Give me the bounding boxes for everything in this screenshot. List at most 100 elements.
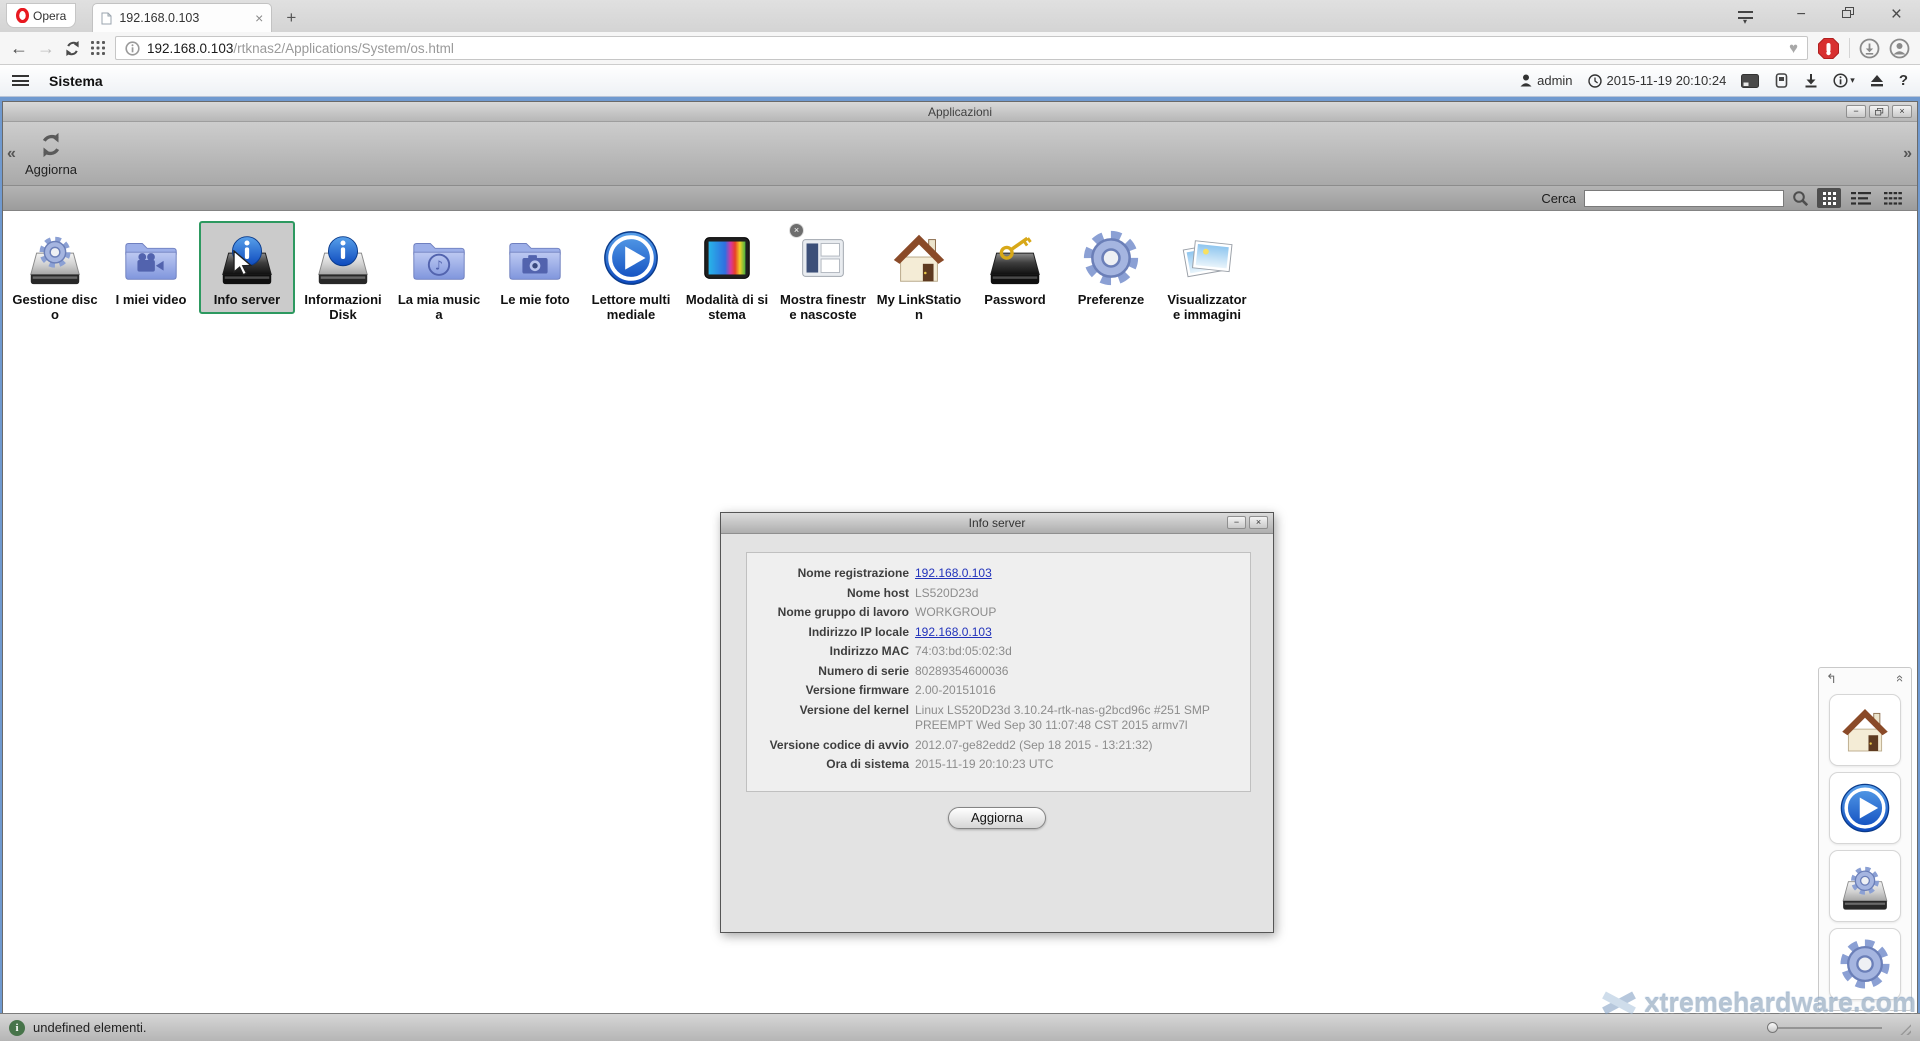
app-item-modalita-di-sistema[interactable]: Modalità di sistema <box>679 221 775 328</box>
browser-tab-bar: Opera 192.168.0.103 × + ▾ − × <box>0 0 1920 32</box>
tab-close-icon[interactable]: × <box>255 11 263 25</box>
user-menu[interactable]: admin <box>1520 73 1572 88</box>
app-item-my-linkstation[interactable]: My LinkStation <box>871 221 967 328</box>
info-menu[interactable]: ▾ <box>1833 73 1855 88</box>
browser-tab[interactable]: 192.168.0.103 × <box>92 3 272 32</box>
profile-icon[interactable] <box>1889 38 1910 59</box>
hdd-gear-icon <box>24 227 86 289</box>
downloads-icon[interactable] <box>1859 38 1880 59</box>
info-server-dialog: Info server − × Nome registrazione192.16… <box>720 512 1274 933</box>
close-badge-icon[interactable]: × <box>789 223 804 238</box>
user-name: admin <box>1537 73 1572 88</box>
back-button[interactable]: ← <box>10 39 28 57</box>
window-title: Applicazioni <box>928 105 992 119</box>
registration-name-link[interactable]: 192.168.0.103 <box>915 566 1242 582</box>
field-row: Nome registrazione192.168.0.103 <box>747 566 1242 582</box>
field-row: Ora di sistema2015-11-19 20:10:23 UTC <box>747 757 1242 773</box>
dialog-titlebar[interactable]: Info server − × <box>721 513 1273 534</box>
user-icon <box>1520 74 1532 87</box>
app-item-i-miei-video[interactable]: I miei video <box>103 221 199 314</box>
speed-dial-icon[interactable] <box>90 40 106 56</box>
local-ip-link[interactable]: 192.168.0.103 <box>915 625 1242 641</box>
usb-device-icon[interactable] <box>1774 73 1789 88</box>
download-icon[interactable] <box>1804 73 1818 88</box>
restore-icon <box>1875 108 1884 116</box>
display-rgb-icon <box>696 227 758 289</box>
minimize-button[interactable]: − <box>1227 516 1246 529</box>
refresh-button[interactable]: Aggiorna <box>25 130 77 177</box>
adblock-badge-icon[interactable] <box>1817 37 1840 60</box>
view-list-button[interactable] <box>1849 188 1873 208</box>
undo-arrow-icon[interactable]: ↰ <box>1826 672 1837 685</box>
status-bar: i undefined elementi. <box>0 1013 1920 1041</box>
minimize-button[interactable]: − <box>1846 105 1866 118</box>
divider <box>1849 38 1850 58</box>
collapse-chevrons-icon[interactable]: « <box>1894 674 1907 681</box>
dock-item-disk-manager[interactable] <box>1829 850 1901 922</box>
forward-button[interactable]: → <box>37 39 55 57</box>
search-input[interactable] <box>1584 190 1784 207</box>
app-item-le-mie-foto[interactable]: Le mie foto <box>487 221 583 314</box>
app-item-visualizzatore-immagini[interactable]: Visualizzatore immagini <box>1159 221 1255 328</box>
expand-toolbar-button[interactable]: » <box>1903 145 1912 163</box>
hdd-gear-icon <box>1837 858 1893 914</box>
field-row: Nome gruppo di lavoroWORKGROUP <box>747 605 1242 621</box>
view-dense-button[interactable] <box>1881 188 1905 208</box>
url-path: /rtknas2/Applications/System/os.html <box>233 41 454 56</box>
restore-button[interactable] <box>1869 105 1889 118</box>
gear-icon <box>1837 936 1893 992</box>
field-row: Versione codice di avvio2012.07-ge82edd2… <box>747 738 1242 754</box>
field-row: Versione firmware2.00-20151016 <box>747 683 1242 699</box>
folder-music-icon <box>408 227 470 289</box>
app-item-preferenze[interactable]: Preferenze <box>1063 221 1159 314</box>
url-text: 192.168.0.103/rtknas2/Applications/Syste… <box>147 41 454 56</box>
dock-item-preferences[interactable] <box>1829 928 1901 1000</box>
minimize-button[interactable]: − <box>1797 7 1806 23</box>
slider-knob[interactable] <box>1767 1022 1778 1033</box>
help-button[interactable]: ? <box>1899 72 1908 89</box>
collapse-toolbar-button[interactable]: « <box>7 145 16 163</box>
remote-console-icon[interactable] <box>1741 74 1759 88</box>
folder-photo-icon <box>504 227 566 289</box>
close-button[interactable]: × <box>1249 516 1268 529</box>
app-item-password[interactable]: Password <box>967 221 1063 314</box>
field-value: WORKGROUP <box>915 605 1242 621</box>
app-item-gestione-disco[interactable]: Gestione disco <box>7 221 103 328</box>
browser-address-bar: ← → 192.168.0.103/rtknas2/Applications/S… <box>0 32 1920 65</box>
eject-icon[interactable] <box>1870 74 1884 87</box>
play-circle-icon <box>600 227 662 289</box>
dock-item-media-player[interactable] <box>1829 772 1901 844</box>
app-item-info-server[interactable]: Info server <box>199 221 295 314</box>
tab-menu-icon[interactable]: ▾ <box>1738 11 1753 24</box>
app-item-la-mia-musica[interactable]: La mia musica <box>391 221 487 328</box>
page-info-icon[interactable] <box>125 41 140 56</box>
dock-item-my-linkstation[interactable] <box>1829 694 1901 766</box>
dialog-title: Info server <box>969 516 1026 530</box>
close-button[interactable]: × <box>1891 5 1902 24</box>
resize-grip[interactable] <box>1896 1020 1911 1035</box>
system-menu-title[interactable]: Sistema <box>49 73 103 89</box>
app-item-informazioni-disk[interactable]: Informazioni Disk <box>295 221 391 328</box>
zoom-slider[interactable] <box>1767 1022 1882 1034</box>
restore-button[interactable] <box>1842 7 1855 23</box>
close-button[interactable]: × <box>1892 105 1912 118</box>
reload-button[interactable] <box>64 40 81 57</box>
view-grid-button[interactable] <box>1817 188 1841 208</box>
window-titlebar[interactable]: Applicazioni − × <box>3 102 1917 122</box>
field-row: Indirizzo MAC74:03:bd:05:02:3d <box>747 644 1242 660</box>
field-value: Linux LS520D23d 3.10.24-rtk-nas-g2bcd96c… <box>915 703 1242 734</box>
new-tab-button[interactable]: + <box>286 9 296 26</box>
menu-hamburger-icon[interactable] <box>12 75 29 86</box>
chevron-down-icon: ▾ <box>1743 19 1747 24</box>
app-item-mostra-finestre-nascoste[interactable]: × Mostra finestre nascoste <box>775 221 871 328</box>
status-message: undefined elementi. <box>33 1020 146 1035</box>
server-info-fieldset: Nome registrazione192.168.0.103 Nome hos… <box>746 552 1251 792</box>
dialog-refresh-button[interactable]: Aggiorna <box>948 807 1046 829</box>
image-stack-icon <box>1176 227 1238 289</box>
bookmark-heart-icon[interactable]: ♥ <box>1789 41 1798 56</box>
app-item-lettore-multimediale[interactable]: Lettore multimediale <box>583 221 679 328</box>
window-toolbar: « Aggiorna » <box>3 122 1917 186</box>
opera-menu-button[interactable]: Opera <box>6 3 76 28</box>
url-field[interactable]: 192.168.0.103/rtknas2/Applications/Syste… <box>115 36 1808 60</box>
search-icon[interactable] <box>1792 190 1809 207</box>
